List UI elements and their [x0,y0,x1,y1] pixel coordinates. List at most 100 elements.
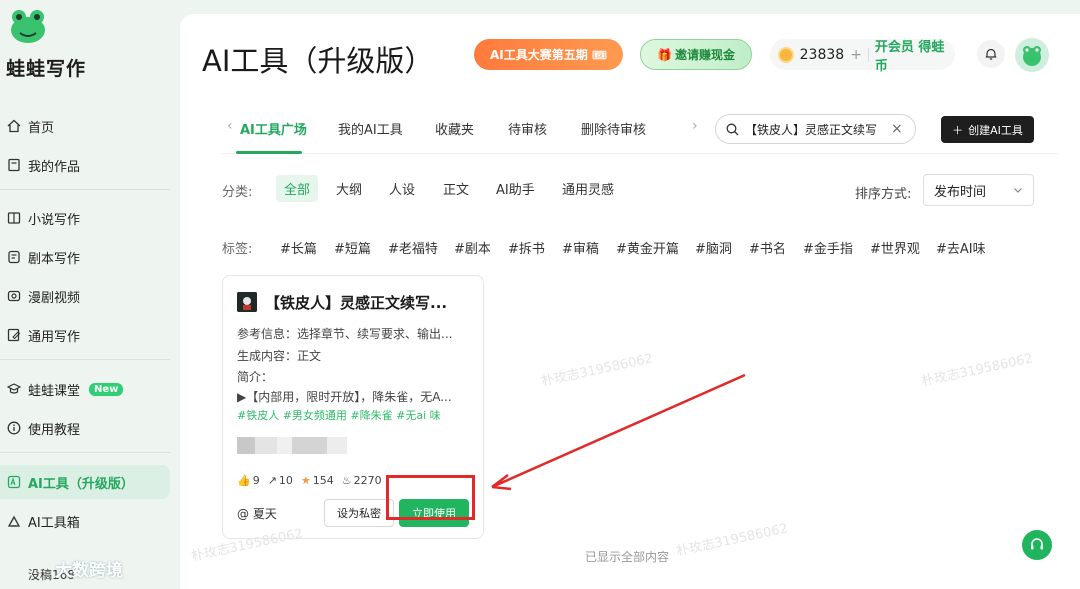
sidebar-item-video[interactable]: 漫剧视频 [0,279,170,313]
highlight-box-annotation [386,475,475,520]
card-intro-label: 简介： [237,370,274,384]
sort-select[interactable]: 发布时间 [923,174,1034,206]
category-all[interactable]: 全部 [276,175,319,202]
tabs-next-arrow[interactable]: › [692,118,698,134]
page-title: AI工具（升级版） [202,44,434,78]
sidebar-item-novel[interactable]: 小说写作 [0,201,170,235]
search-box[interactable]: × [715,114,916,144]
tag-item[interactable]: #世界观 [870,238,920,257]
share-stat[interactable]: ↗ 10 [268,474,293,487]
sidebar: 蛙蛙写作 首页 我的作品 小说写作 剧本写作 漫剧视频 通用写作 蛙蛙课堂 Ne… [0,0,180,589]
tag-item[interactable]: #剧本 [454,238,491,257]
card-title: 【铁皮人】灵感正文续写... [265,294,448,312]
active-tab-indicator [236,151,302,154]
tag-item[interactable]: #去AI味 [936,238,986,257]
script-icon [6,250,21,265]
sidebar-divider [0,452,170,453]
category-ai-assistant[interactable]: AI助手 [488,175,543,202]
sort-label: 排序方式: [855,187,912,202]
sidebar-item-label: 小说写作 [28,212,81,228]
sidebar-item-ai-toolbox[interactable]: AI工具箱 [0,504,170,538]
tab-pending-review[interactable]: 待审核 [508,119,547,138]
notification-button[interactable] [977,40,1005,68]
tab-deleted-pending[interactable]: 删除待审核 [581,119,646,138]
plus-icon: ＋ [952,123,964,137]
sidebar-item-my-works[interactable]: 我的作品 [0,148,170,182]
invite-banner-button[interactable]: 🎁 邀请赚现金 [640,39,752,70]
create-ai-tool-label: 创建AI工具 [968,123,1023,137]
sidebar-item-ai-tool[interactable]: AI工具（升级版） [0,465,170,499]
edit-icon [6,328,21,343]
tag-item[interactable]: #脑洞 [695,238,732,257]
search-icon [726,123,739,135]
coin-count: 23838 [799,46,845,63]
tag-item[interactable]: #老福特 [388,238,438,257]
add-coins-button[interactable]: + [850,47,862,63]
tag-item[interactable]: #书名 [749,238,786,257]
contest-banner-button[interactable]: AI工具大赛第五期 🎟 [474,39,623,70]
category-label: 分类: [222,185,253,200]
like-count: 9 [252,474,260,487]
sidebar-item-label: AI工具（升级版） [28,476,134,492]
brand-name: 蛙蛙写作 [6,58,87,80]
tag-item[interactable]: #金手指 [803,238,853,257]
home-icon [6,119,21,134]
like-stat[interactable]: 👍 9 [237,474,260,487]
card-reference: 参考信息：选择章节、续写要求、输出... [237,327,453,341]
sidebar-divider [0,189,170,190]
sidebar-item-label: 漫剧视频 [28,290,81,306]
novel-icon [6,211,21,226]
category-general-inspiration[interactable]: 通用灵感 [554,175,622,202]
category-outline[interactable]: 大纲 [328,175,370,202]
star-stat[interactable]: ★ 154 [301,474,334,487]
video-icon [6,289,21,304]
card-stats: 👍 9 ↗ 10 ★ 154 ♨ 2270 [237,474,382,487]
sidebar-divider [0,359,170,360]
set-private-button[interactable]: 设为私密 [324,499,394,527]
card-author[interactable]: @ 夏天 [237,505,277,522]
tag-item[interactable]: #拆书 [508,238,545,257]
create-ai-tool-button[interactable]: ＋ 创建AI工具 [941,116,1034,143]
sort-value: 发布时间 [934,184,987,200]
avatar[interactable] [1015,38,1049,72]
search-input[interactable] [745,122,885,136]
gift-icon: 🎁 [657,47,672,62]
card-tags: #铁皮人 #男女频通用 #降朱雀 #无ai 味 [237,409,441,422]
invite-banner-label: 邀请赚现金 [674,48,735,62]
sidebar-item-label: 剧本写作 [28,251,81,267]
share-icon: ↗ [267,474,277,487]
tab-bar: ‹ AI工具广场 我的AI工具 收藏夹 待审核 删除待审核 › × ＋ 创建AI… [222,104,1058,154]
coin-icon [778,46,794,63]
sidebar-item-script[interactable]: 剧本写作 [0,240,170,274]
clear-search-button[interactable]: × [891,121,903,137]
category-character[interactable]: 人设 [381,175,423,202]
frog-avatar-icon [1023,46,1041,66]
sidebar-item-tutorial[interactable]: 使用教程 [0,411,170,445]
support-chat-button[interactable] [1022,530,1052,560]
tag-item[interactable]: #长篇 [280,238,317,257]
star-count: 154 [312,474,334,487]
tag-item[interactable]: #审稿 [562,238,599,257]
tab-ai-tool-plaza[interactable]: AI工具广场 [240,119,307,138]
sidebar-item-home[interactable]: 首页 [0,109,170,143]
coin-balance[interactable]: 23838 + 开会员 得蛙币 [770,39,955,74]
share-count: 10 [278,474,293,487]
membership-link[interactable]: 开会员 得蛙币 [875,36,955,74]
contest-banner-label: AI工具大赛第五期 [490,48,588,62]
sidebar-item-general[interactable]: 通用写作 [0,318,170,352]
tag-item[interactable]: #短篇 [334,238,371,257]
tab-favorites[interactable]: 收藏夹 [435,119,474,138]
tabs-prev-arrow[interactable]: ‹ [227,118,233,134]
toolbox-icon [6,514,21,529]
book-icon [6,158,21,173]
tag-item[interactable]: #黄金开篇 [616,238,679,257]
tab-my-ai-tools[interactable]: 我的AI工具 [338,119,403,138]
ai-tool-icon [6,475,21,490]
category-body[interactable]: 正文 [435,175,477,202]
sidebar-item-label: 使用教程 [28,422,81,438]
graduation-cap-icon [6,382,21,397]
sidebar-item-classroom[interactable]: 蛙蛙课堂 New [0,372,170,406]
thumbs-up-icon: 👍 [237,474,251,487]
main-panel: AI工具（升级版） AI工具大赛第五期 🎟 🎁 邀请赚现金 23838 + 开会… [180,14,1080,589]
ticket-icon: 🎟 [591,47,607,62]
